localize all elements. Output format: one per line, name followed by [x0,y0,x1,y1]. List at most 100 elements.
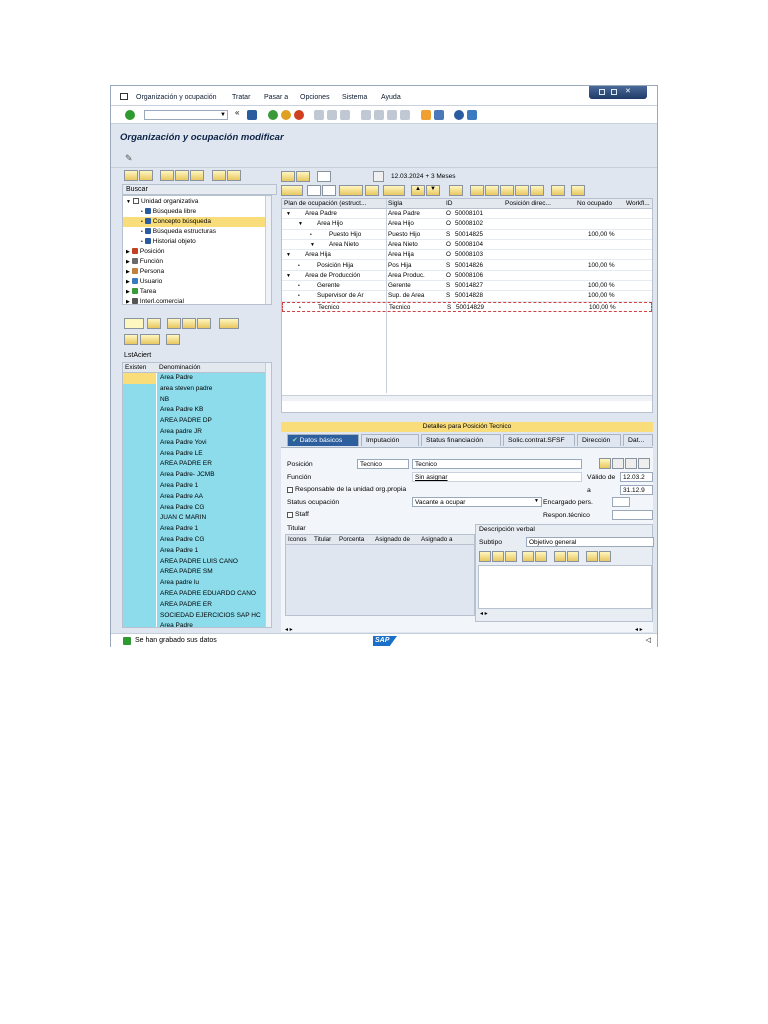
collapsed-icon[interactable]: ▶ [126,249,130,255]
list-item-marker[interactable] [123,524,156,535]
list-item-marker[interactable] [123,578,156,589]
list-item-marker[interactable] [123,545,156,557]
text-scroll-arrows[interactable]: ◂ ▸ [480,610,488,617]
table-row[interactable]: • Puesto Hijo Puesto Hijo S 50014825 100,00 % [282,230,652,240]
tree-scrollbar[interactable] [265,196,271,304]
undo-button[interactable] [522,551,534,562]
date-range[interactable]: 12.03.2024 + 3 Meses [391,173,456,180]
forward-arrow-button[interactable] [296,171,310,182]
tree-item[interactable]: • Búsqueda estructuras [123,227,268,237]
status-ocupacion-select[interactable]: Vacante a ocupar [412,497,542,507]
column-titular[interactable]: Titular [314,535,331,545]
list-item-marker[interactable] [123,599,156,611]
status-menu-icon[interactable]: ◁ [646,636,651,644]
collapsed-icon[interactable]: ▶ [126,289,130,295]
tree-item[interactable]: ▼ Unidad organizativa [123,197,268,207]
list-item-marker[interactable] [123,470,156,481]
layout-icon[interactable] [467,110,477,120]
list-item[interactable]: Area Padre 1 [123,481,267,492]
list-item[interactable]: Area padre JR [123,427,267,438]
bullet-icon[interactable]: • [141,209,143,215]
table-row[interactable]: ▼ Area de Producción Area Produc. O 50008106 [282,271,652,282]
posicion-short-field[interactable]: Tecnico [357,459,409,469]
chevron-down-icon[interactable]: ▼ [534,498,539,504]
list-item-marker[interactable] [123,427,156,438]
create-button[interactable] [281,185,303,196]
table-row[interactable]: ▼ Area Hija Area Hija O 50008103 [282,250,652,261]
table-row[interactable]: • Tecnico Tecnico S 50014829 100,00 % [282,301,652,313]
next-page-icon[interactable] [387,110,397,120]
previous-page-icon[interactable] [374,110,384,120]
bullet-icon[interactable]: • [141,239,143,245]
filter-button[interactable] [212,170,226,181]
list-item-marker[interactable] [123,383,156,395]
list-item-marker[interactable] [123,621,156,627]
list-item[interactable]: Area Padre 1 [123,545,267,557]
bullet-icon[interactable]: • [298,261,306,271]
last-page-icon[interactable] [400,110,410,120]
print-button[interactable] [470,185,484,196]
list-item-marker[interactable] [123,394,156,406]
column-plan-ocupacion[interactable]: Plan de ocupación (estruct... [284,199,384,209]
column-posicion-directiva[interactable]: Posición direc... [505,199,567,209]
find-button[interactable] [147,318,161,329]
table-row[interactable]: • Posición Hija Pos Hija S 50014826 100,00 % [282,261,652,271]
find-next-icon[interactable] [340,110,350,120]
list-item-marker[interactable] [123,416,156,427]
list-item[interactable]: AREA PADRE DP [123,416,267,427]
enter-icon[interactable] [125,110,135,120]
filter-list-button[interactable] [197,318,211,329]
list-item-marker[interactable] [123,373,156,384]
cut-button[interactable] [479,551,491,562]
first-record-button[interactable] [625,458,637,469]
grid-hscrollbar[interactable] [386,395,652,401]
find-button[interactable] [485,185,499,196]
move-up-button[interactable]: ▲ [411,185,425,196]
collapsed-icon[interactable]: ▶ [126,299,130,304]
list-item[interactable]: Area Padre [123,621,267,627]
back-arrow-button[interactable] [124,170,138,181]
tab-status-financiacion[interactable]: Status financiación [421,434,501,446]
help-icon[interactable] [454,110,464,120]
list-item-marker[interactable] [123,448,156,460]
valido-from-field[interactable]: 12.03.2 [620,472,653,482]
paste-button[interactable] [505,551,517,562]
details-hscroll-right[interactable]: ◂ ▸ [635,626,643,633]
bullet-icon[interactable]: • [310,230,318,240]
minimize-icon[interactable] [599,89,605,95]
cancel-icon[interactable] [294,110,304,120]
print-list-button[interactable] [124,334,138,345]
find-icon[interactable] [327,110,337,120]
column-asignado-a[interactable]: Asignado a [421,535,453,545]
collapsed-icon[interactable]: ▶ [126,259,130,265]
columns-button[interactable] [515,185,529,196]
refresh-button[interactable] [227,170,241,181]
shortcut-icon[interactable] [434,110,444,120]
list-item-marker[interactable] [123,513,156,525]
list-scrollbar[interactable] [265,363,271,627]
list-item-marker[interactable] [123,502,156,514]
tree-item[interactable]: • Historial objeto [123,237,268,247]
list-item[interactable]: Area Padre 1 [123,524,267,535]
list-item-marker[interactable] [123,405,156,417]
list-item[interactable]: JUAN C MARIN [123,513,267,525]
list-item[interactable]: Area Padre LE [123,448,267,460]
expanded-icon[interactable]: ▼ [126,199,131,205]
column-id[interactable]: ID [446,199,502,209]
find-next-button[interactable] [500,185,514,196]
legend-button[interactable] [571,185,585,196]
tree-item[interactable]: ▶ Posición [123,247,268,257]
expanded-icon[interactable]: ▼ [310,240,318,250]
tree-item[interactable]: ▶ Usuario [123,277,268,287]
chevron-down-icon[interactable]: ▼ [220,112,226,118]
previous-record-button[interactable] [638,458,650,469]
menu-opciones[interactable]: Opciones [300,94,330,101]
list-item-marker[interactable] [123,535,156,546]
column-existen[interactable]: Existen [125,363,146,373]
paste-button[interactable] [383,185,405,196]
copy-button[interactable] [322,185,336,196]
table-row[interactable]: ▼ Area Padre Area Padre O 50008101 [282,209,652,220]
export-button[interactable] [140,334,160,345]
table-row[interactable]: • Supervisor de Ar Sup. de Area S 50014828 10… [282,291,652,302]
bullet-icon[interactable]: • [299,303,307,313]
